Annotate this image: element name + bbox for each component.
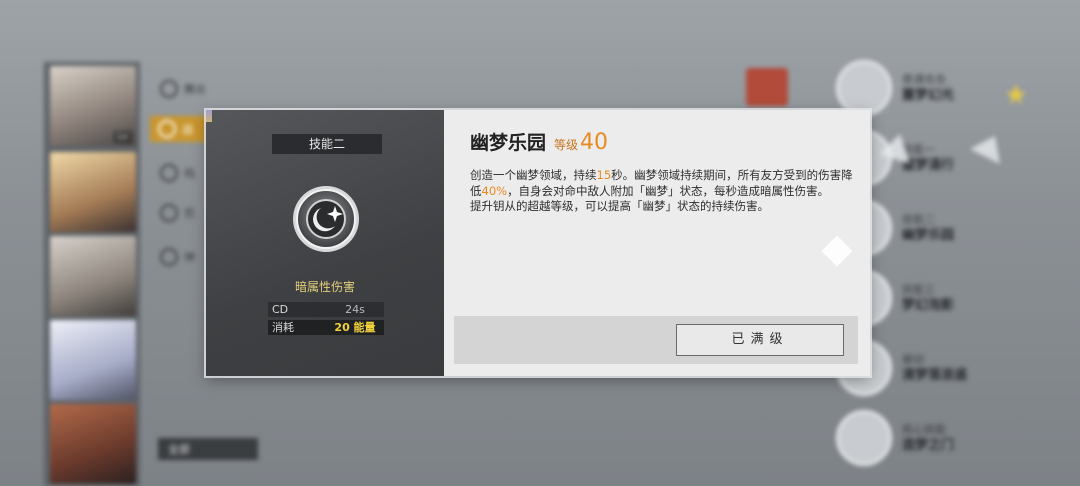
- crystal-shard-icon: [880, 134, 1000, 164]
- skill-title: 幽梦乐园 等级 40: [470, 128, 608, 155]
- character-portrait[interactable]: [50, 236, 136, 316]
- menu-icon: [158, 120, 176, 138]
- level-label: 等级: [554, 138, 579, 152]
- skill-name: 幽梦乐园: [470, 132, 547, 154]
- character-portrait[interactable]: [50, 320, 136, 400]
- menu-icon: [160, 248, 178, 266]
- cooldown-row: CD 24s: [268, 302, 384, 317]
- cost-label: 消耗: [272, 321, 294, 334]
- cost-value: 20 能量: [334, 321, 376, 334]
- max-level-button[interactable]: 已满级: [676, 324, 844, 356]
- skill-description: 创造一个幽梦领域，持续15秒。幽梦领域持续期间，所有友方受到的伤害降低40%，自…: [470, 168, 853, 213]
- skill-entry[interactable]: 核心技能 造梦之门: [836, 410, 1036, 466]
- all-filter-button[interactable]: 全部: [158, 438, 258, 460]
- skill-slot-label: 技能二: [272, 134, 382, 154]
- cooldown-label: CD: [272, 303, 289, 316]
- skill-summary-pane: 技能二 暗属性伤害 CD 24s 消耗 20 能量: [206, 110, 453, 376]
- skill-detail-modal: 技能二 暗属性伤害 CD 24s 消耗 20 能量 幽梦乐园 等级 40 创造一…: [206, 110, 870, 376]
- menu-icon: [160, 204, 178, 222]
- moon-crescent-icon: [293, 186, 359, 252]
- menu-item[interactable]: 舞台: [160, 76, 230, 102]
- damage-type-label: 暗属性伤害: [294, 280, 355, 294]
- character-portrait[interactable]: Lv: [50, 66, 136, 146]
- cost-row: 消耗 20 能量: [268, 320, 384, 335]
- menu-icon: [160, 164, 178, 182]
- reduction-highlight: 40%: [481, 183, 508, 198]
- star-icon: [1006, 84, 1026, 104]
- cooldown-value: 24s: [345, 303, 365, 316]
- menu-icon: [160, 80, 178, 98]
- modal-glint: [206, 110, 212, 122]
- skill-ring-icon: [836, 410, 892, 466]
- character-portrait[interactable]: [50, 404, 136, 484]
- level-value: 40: [580, 130, 609, 155]
- skill-detail-pane: 幽梦乐园 等级 40 创造一个幽梦领域，持续15秒。幽梦领域持续期间，所有友方受…: [444, 110, 870, 376]
- modal-footer: 已满级: [454, 316, 858, 364]
- skill-ring-icon: [836, 60, 892, 116]
- character-portrait[interactable]: [50, 152, 136, 232]
- character-avatar-icon: [746, 68, 788, 106]
- menu-item[interactable]: 战: [150, 116, 214, 142]
- duration-highlight: 15: [596, 168, 612, 182]
